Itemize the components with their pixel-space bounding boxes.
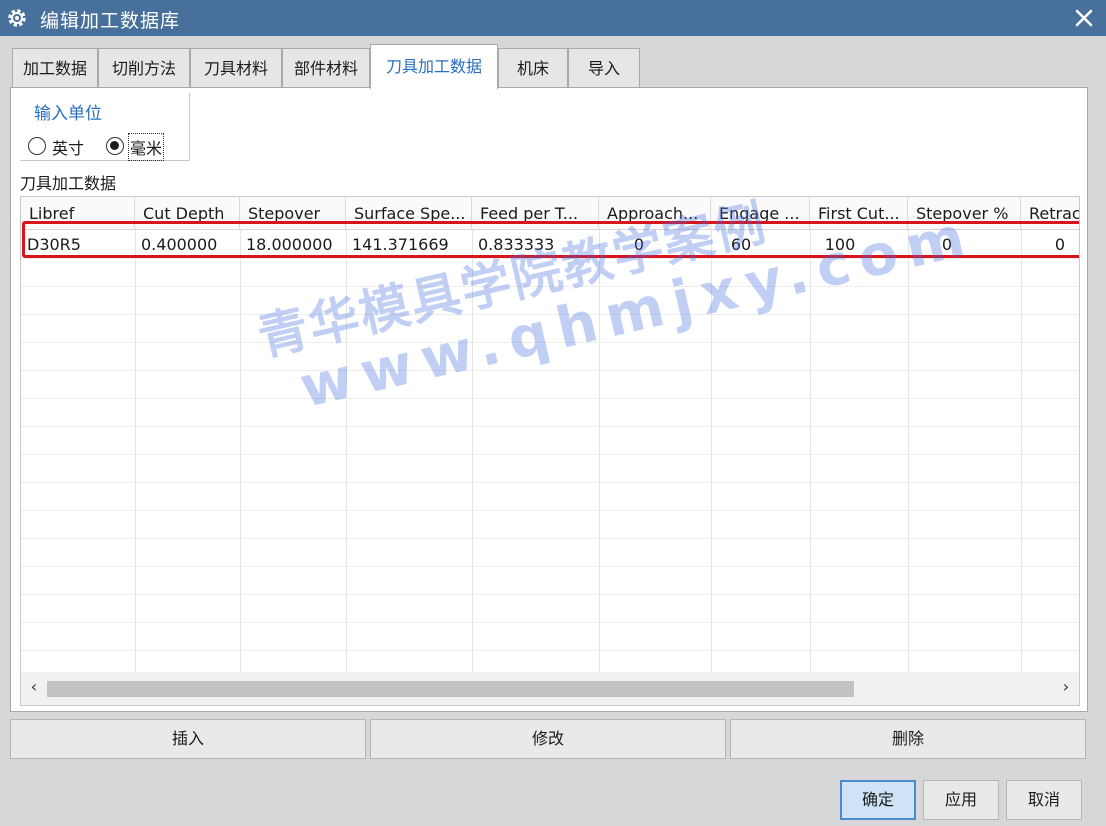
cancel-button[interactable]: 取消 (1006, 780, 1082, 820)
apply-button[interactable]: 应用 (923, 780, 999, 820)
radio-inch[interactable] (28, 137, 46, 155)
ok-button[interactable]: 确定 (840, 780, 916, 820)
radio-millimeter-label[interactable]: 毫米 (127, 133, 165, 161)
tool-data-table: Libref Cut Depth Stepover Surface Spe...… (20, 196, 1080, 706)
tab-machine[interactable]: 机床 (498, 48, 568, 88)
tab-tool-machining-data[interactable]: 刀具加工数据 (370, 44, 498, 89)
tab-cut-methods[interactable]: 切削方法 (98, 48, 190, 88)
input-unit-title: 输入单位 (34, 104, 102, 124)
title-bar: 编辑加工数据库 (0, 0, 1106, 36)
tab-tool-materials[interactable]: 刀具材料 (190, 48, 282, 88)
tab-bar: 加工数据 切削方法 刀具材料 部件材料 刀具加工数据 机床 导入 (12, 44, 1092, 89)
horizontal-scrollbar[interactable]: ‹ › (21, 672, 1079, 705)
highlight-box (22, 221, 1079, 258)
tab-import[interactable]: 导入 (568, 48, 640, 88)
window-title: 编辑加工数据库 (40, 10, 181, 32)
gear-icon (8, 9, 26, 27)
radio-millimeter[interactable] (106, 137, 124, 155)
scrollbar-thumb[interactable] (47, 681, 854, 697)
grid-lines (21, 230, 1079, 672)
input-unit-group: 输入单位 英寸 毫米 (20, 93, 190, 161)
modify-button[interactable]: 修改 (370, 719, 726, 759)
delete-button[interactable]: 删除 (730, 719, 1086, 759)
section-label: 刀具加工数据 (20, 174, 117, 193)
chevron-right-icon[interactable]: › (1057, 678, 1075, 696)
close-icon[interactable] (1072, 6, 1096, 30)
tab-part-materials[interactable]: 部件材料 (282, 48, 370, 88)
tab-machining-data[interactable]: 加工数据 (12, 48, 98, 88)
chevron-left-icon[interactable]: ‹ (25, 678, 43, 696)
tab-panel: 输入单位 英寸 毫米 刀具加工数据 Libref Cut Depth Stepo… (10, 87, 1088, 712)
insert-button[interactable]: 插入 (10, 719, 366, 759)
radio-inch-label[interactable]: 英寸 (52, 135, 84, 159)
